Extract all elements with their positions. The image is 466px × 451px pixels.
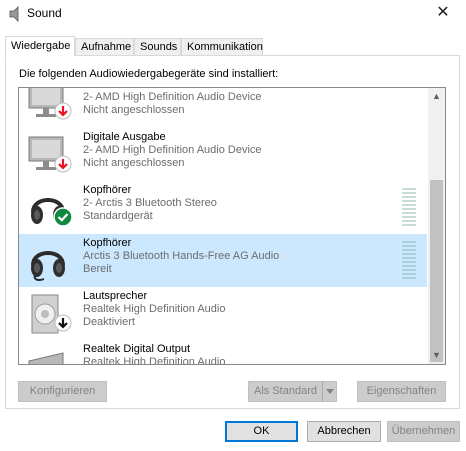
scroll-up-icon[interactable]: ▲ [428, 88, 445, 105]
window-title: Sound [27, 6, 62, 20]
tab-strip: Wiedergabe Aufnahme Sounds Kommunikation [0, 36, 466, 57]
set-default-button[interactable]: Als Standard [248, 381, 323, 402]
properties-button[interactable]: Eigenschaften [357, 381, 446, 402]
device-name: Lautsprecher [83, 290, 148, 302]
down-arrow-black-icon [54, 314, 72, 332]
device-status: Nicht angeschlossen [83, 157, 185, 169]
monitor-icon [28, 352, 64, 364]
device-driver: 2- Arctis 3 Bluetooth Stereo [83, 197, 217, 209]
device-driver: Realtek High Definition Audio [83, 303, 226, 315]
cancel-button[interactable]: Abbrechen [307, 421, 381, 442]
device-status: Deaktiviert [83, 316, 135, 328]
level-meter [402, 188, 416, 226]
device-name: Realtek Digital Output [83, 343, 190, 355]
down-arrow-red-icon [54, 102, 72, 120]
checkmark-green-icon [53, 207, 73, 227]
list-item[interactable]: Realtek Digital Output Realtek High Defi… [19, 340, 427, 365]
device-driver: Arctis 3 Bluetooth Hands-Free AG Audio [83, 250, 280, 262]
list-item-selected[interactable]: Kopfhörer Arctis 3 Bluetooth Hands-Free … [19, 234, 427, 287]
device-status: Nicht angeschlossen [83, 104, 185, 116]
tab-wiedergabe[interactable]: Wiedergabe [5, 36, 75, 57]
device-status: Bereit [83, 263, 112, 275]
apply-button[interactable]: Übernehmen [387, 421, 460, 442]
list-item[interactable]: Kopfhörer 2- Arctis 3 Bluetooth Stereo S… [19, 181, 427, 234]
device-status: Standardgerät [83, 210, 153, 222]
down-arrow-red-icon [54, 155, 72, 173]
tab-sounds[interactable]: Sounds [134, 38, 181, 55]
list-item[interactable]: Digitale Ausgabe 2- AMD High Definition … [19, 128, 427, 181]
device-driver: Realtek High Definition Audio [83, 356, 226, 365]
device-driver: 2- AMD High Definition Audio Device [83, 91, 262, 103]
chevron-down-icon [326, 389, 334, 394]
list-item[interactable]: Lautsprecher Realtek High Definition Aud… [19, 287, 427, 340]
scroll-down-icon[interactable]: ▼ [428, 347, 445, 364]
headphones-icon [31, 251, 65, 281]
device-name: Kopfhörer [83, 237, 132, 249]
device-name: Kopfhörer [83, 184, 132, 196]
ok-button[interactable]: OK [225, 421, 298, 442]
device-list[interactable]: 2- AMD High Definition Audio Device Nich… [18, 87, 446, 365]
tab-aufnahme[interactable]: Aufnahme [75, 38, 134, 55]
close-button[interactable]: ✕ [420, 0, 466, 30]
list-item[interactable]: 2- AMD High Definition Audio Device Nich… [19, 88, 427, 128]
vertical-scrollbar[interactable]: ▲ ▼ [428, 88, 445, 364]
tab-kommunikation[interactable]: Kommunikation [181, 38, 263, 55]
configure-button[interactable]: Konfigurieren [18, 381, 107, 402]
device-name: Digitale Ausgabe [83, 131, 166, 143]
title-bar: Sound ✕ [0, 0, 466, 30]
speaker-app-icon [9, 6, 19, 22]
instruction-label: Die folgenden Audiowiedergabegeräte sind… [19, 68, 279, 80]
set-default-dropdown[interactable] [322, 381, 337, 402]
scrollbar-thumb[interactable] [430, 180, 443, 362]
device-driver: 2- AMD High Definition Audio Device [83, 144, 262, 156]
level-meter [402, 241, 416, 279]
